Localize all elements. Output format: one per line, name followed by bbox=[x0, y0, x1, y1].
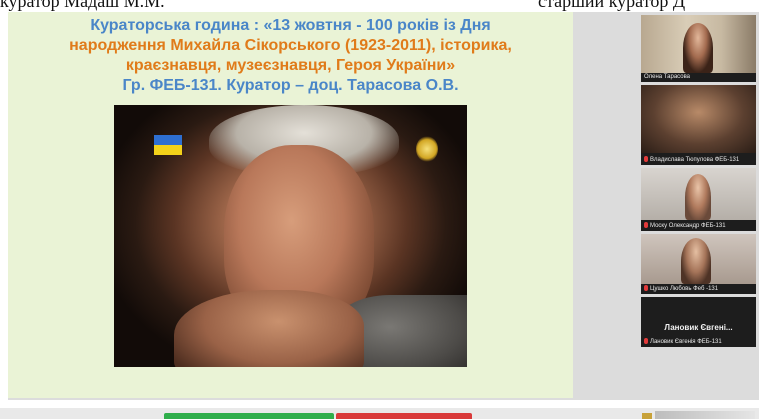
shared-slide: Кураторська година : «13 жовтня - 100 ро… bbox=[8, 12, 573, 398]
document-header: куратор Мадаш М.М. старший куратор Д bbox=[0, 0, 759, 12]
participant-name: Цушко Любовь Феб -131 bbox=[644, 285, 718, 292]
green-button[interactable] bbox=[164, 413, 334, 419]
truncated-text bbox=[655, 411, 755, 419]
mic-muted-icon bbox=[644, 222, 648, 228]
bottom-toolbar-strip bbox=[0, 408, 759, 419]
slide-title: Кураторська година : «13 жовтня - 100 ро… bbox=[12, 16, 569, 96]
participants-panel: Олена Тарасова Владислава Тюпулова ФЕБ-1… bbox=[641, 15, 756, 347]
participant-tile[interactable]: Моску Олександр ФЕБ-131 bbox=[641, 168, 756, 231]
participant-tile[interactable]: Владислава Тюпулова ФЕБ-131 bbox=[641, 85, 756, 165]
slide-title-line-3: краєзнавця, музеєзнавця, Героя України» bbox=[125, 57, 456, 74]
slide-title-line-2: народження Михайла Сікорського (1923-201… bbox=[69, 37, 512, 54]
participant-name: Моску Олександр ФЕБ-131 bbox=[644, 222, 726, 229]
participant-display-name: Лановик Євгені... bbox=[664, 323, 733, 332]
video-feed bbox=[641, 234, 756, 284]
video-feed bbox=[641, 85, 756, 153]
red-button[interactable] bbox=[336, 413, 472, 419]
senior-curator-text: старший куратор Д bbox=[538, 0, 686, 11]
video-feed bbox=[641, 15, 756, 73]
emblem-icon bbox=[416, 136, 438, 162]
mic-muted-icon bbox=[644, 338, 648, 344]
mic-muted-icon bbox=[644, 156, 648, 162]
ukraine-flag-icon bbox=[154, 135, 182, 155]
video-feed bbox=[641, 168, 756, 220]
mic-muted-icon bbox=[644, 285, 648, 291]
participant-tile[interactable]: Лановик Євгені... Лановик Євгенія ФЕБ-13… bbox=[641, 297, 756, 347]
participant-name: Лановик Євгенія ФЕБ-131 bbox=[644, 338, 722, 345]
slide-subtitle: Гр. ФЕБ-131. Куратор – доц. Тарасова О.В… bbox=[122, 77, 459, 94]
slide-title-line-1: Кураторська година : «13 жовтня - 100 ро… bbox=[90, 17, 491, 34]
app-icon bbox=[642, 413, 652, 419]
participant-name: Олена Тарасова bbox=[644, 74, 691, 80]
participant-tile[interactable]: Олена Тарасова bbox=[641, 15, 756, 82]
participant-tile[interactable]: Цушко Любовь Феб -131 bbox=[641, 234, 756, 294]
participant-name: Владислава Тюпулова ФЕБ-131 bbox=[644, 156, 739, 163]
curator-text: куратор Мадаш М.М. bbox=[0, 0, 165, 11]
